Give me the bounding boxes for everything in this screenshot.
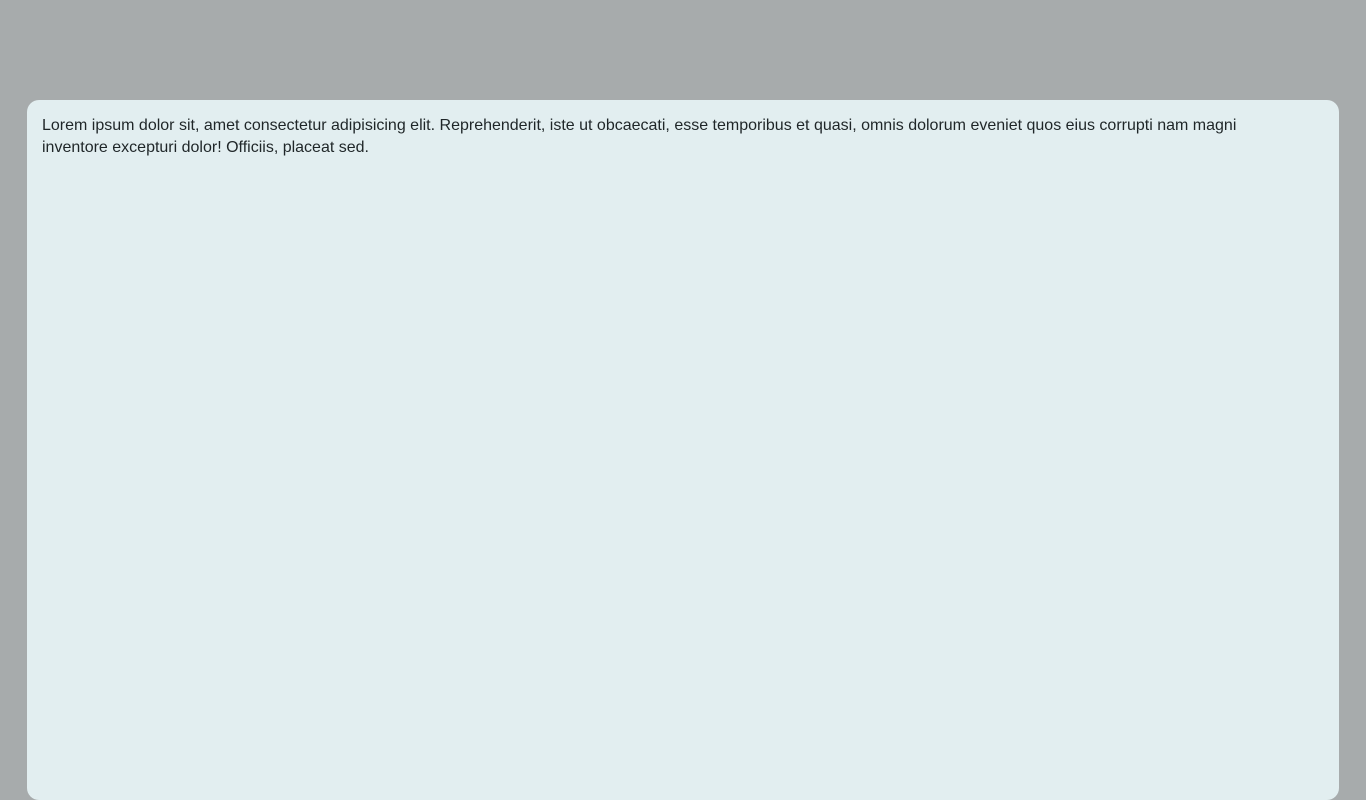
card-paragraph: Lorem ipsum dolor sit, amet consectetur … — [42, 117, 1237, 156]
content-card: Lorem ipsum dolor sit, amet consectetur … — [27, 100, 1339, 800]
